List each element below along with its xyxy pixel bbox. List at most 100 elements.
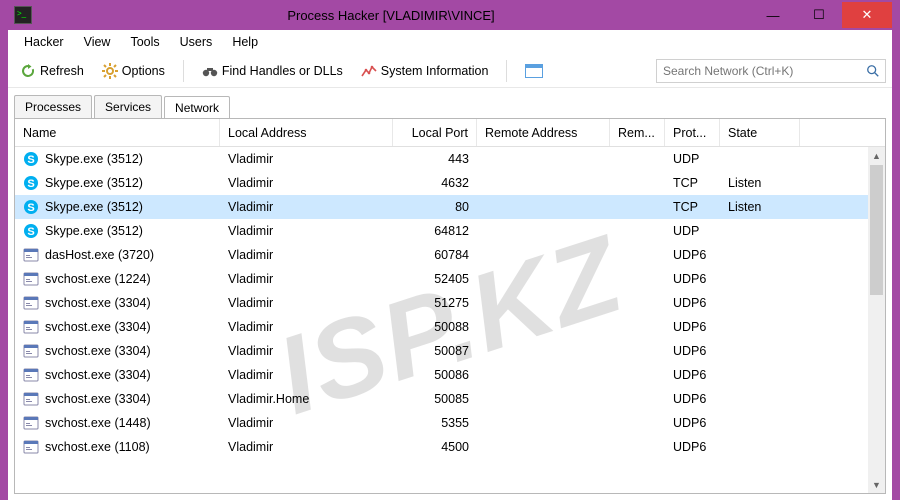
cell-local-port: 443 (393, 152, 477, 166)
toolbar: Refresh Options Find Handles or DLLs Sys… (8, 54, 892, 88)
menu-tools[interactable]: Tools (120, 33, 169, 51)
table-row[interactable]: svchost.exe (1224)Vladimir52405UDP6 (15, 267, 885, 291)
exe-icon (23, 271, 39, 287)
refresh-label: Refresh (40, 64, 84, 78)
process-name: Skype.exe (3512) (45, 176, 143, 190)
close-button[interactable]: ✕ (842, 2, 892, 28)
cell-local-port: 50085 (393, 392, 477, 406)
svg-text:S: S (27, 154, 34, 166)
table-row[interactable]: dasHost.exe (3720)Vladimir60784UDP6 (15, 243, 885, 267)
cell-local-port: 4632 (393, 176, 477, 190)
cell-protocol: UDP6 (665, 344, 720, 358)
exe-icon (23, 247, 39, 263)
system-information-label: System Information (381, 64, 489, 78)
menu-hacker[interactable]: Hacker (14, 33, 74, 51)
cell-local-port: 50086 (393, 368, 477, 382)
col-local-address[interactable]: Local Address (220, 119, 393, 146)
cell-protocol: UDP6 (665, 248, 720, 262)
cell-protocol: TCP (665, 176, 720, 190)
table-row[interactable]: svchost.exe (3304)Vladimir50088UDP6 (15, 315, 885, 339)
process-name: svchost.exe (3304) (45, 344, 151, 358)
process-name: svchost.exe (3304) (45, 296, 151, 310)
refresh-icon (20, 63, 36, 79)
table-row[interactable]: svchost.exe (3304)Vladimir50087UDP6 (15, 339, 885, 363)
cell-protocol: UDP6 (665, 296, 720, 310)
process-name: svchost.exe (3304) (45, 320, 151, 334)
table-row[interactable]: svchost.exe (1448)Vladimir5355UDP6 (15, 411, 885, 435)
col-state[interactable]: State (720, 119, 800, 146)
table-row[interactable]: svchost.exe (3304)Vladimir51275UDP6 (15, 291, 885, 315)
cell-local-port: 51275 (393, 296, 477, 310)
skype-icon: S (23, 223, 39, 239)
cell-local-address: Vladimir.Home (220, 392, 393, 406)
process-name: svchost.exe (3304) (45, 368, 151, 382)
exe-icon (23, 367, 39, 383)
exe-icon (23, 295, 39, 311)
system-information-button[interactable]: System Information (355, 60, 495, 82)
scroll-up-icon[interactable]: ▲ (868, 147, 885, 164)
table-row[interactable]: SSkype.exe (3512)Vladimir64812UDP (15, 219, 885, 243)
options-label: Options (122, 64, 165, 78)
tabs: Processes Services Network (8, 92, 892, 118)
refresh-button[interactable]: Refresh (14, 60, 90, 82)
col-local-port[interactable]: Local Port (393, 119, 477, 146)
tab-processes[interactable]: Processes (14, 95, 92, 118)
find-handles-button[interactable]: Find Handles or DLLs (196, 60, 349, 82)
separator (506, 60, 507, 82)
window-title: Process Hacker [VLADIMIR\VINCE] (32, 8, 750, 23)
gear-icon (102, 63, 118, 79)
menu-users[interactable]: Users (170, 33, 223, 51)
process-name: svchost.exe (3304) (45, 392, 151, 406)
table-row[interactable]: svchost.exe (3304)Vladimir.Home50085UDP6 (15, 387, 885, 411)
table-row[interactable]: svchost.exe (1108)Vladimir4500UDP6 (15, 435, 885, 459)
table-row[interactable]: SSkype.exe (3512)Vladimir443UDP (15, 147, 885, 171)
cell-protocol: UDP6 (665, 320, 720, 334)
exe-icon (23, 415, 39, 431)
cell-local-port: 50088 (393, 320, 477, 334)
cell-local-port: 60784 (393, 248, 477, 262)
svg-text:S: S (27, 226, 34, 238)
svg-text:S: S (27, 202, 34, 214)
minimize-button[interactable]: — (750, 2, 796, 28)
scroll-thumb[interactable] (870, 165, 883, 295)
cell-local-address: Vladimir (220, 152, 393, 166)
col-remote-address[interactable]: Remote Address (477, 119, 610, 146)
skype-icon: S (23, 175, 39, 191)
col-remote-port[interactable]: Rem... (610, 119, 665, 146)
table-row[interactable]: svchost.exe (3304)Vladimir50086UDP6 (15, 363, 885, 387)
search-input[interactable] (657, 64, 861, 78)
col-name[interactable]: Name (15, 119, 220, 146)
scroll-down-icon[interactable]: ▼ (868, 476, 885, 493)
exe-icon (23, 439, 39, 455)
rows-container: SSkype.exe (3512)Vladimir443UDPSSkype.ex… (15, 147, 885, 493)
process-name: Skype.exe (3512) (45, 200, 143, 214)
network-list: Name Local Address Local Port Remote Add… (14, 118, 886, 494)
tab-network[interactable]: Network (164, 96, 230, 119)
maximize-button[interactable]: ☐ (796, 2, 842, 28)
window-finder-button[interactable] (519, 61, 549, 81)
options-button[interactable]: Options (96, 60, 171, 82)
binoculars-icon (202, 63, 218, 79)
menu-view[interactable]: View (74, 33, 121, 51)
cell-local-address: Vladimir (220, 272, 393, 286)
cell-protocol: UDP (665, 224, 720, 238)
col-protocol[interactable]: Prot... (665, 119, 720, 146)
scrollbar-vertical[interactable]: ▲ ▼ (868, 147, 885, 493)
menubar: Hacker View Tools Users Help (8, 30, 892, 54)
table-row[interactable]: SSkype.exe (3512)Vladimir4632TCPListen (15, 171, 885, 195)
tab-services[interactable]: Services (94, 95, 162, 118)
cell-local-address: Vladimir (220, 416, 393, 430)
cell-protocol: TCP (665, 200, 720, 214)
menu-help[interactable]: Help (222, 33, 268, 51)
cell-local-port: 52405 (393, 272, 477, 286)
process-name: svchost.exe (1108) (45, 440, 150, 454)
cell-protocol: UDP6 (665, 440, 720, 454)
cell-protocol: UDP6 (665, 368, 720, 382)
table-row[interactable]: SSkype.exe (3512)Vladimir80TCPListen (15, 195, 885, 219)
process-name: Skype.exe (3512) (45, 224, 143, 238)
chart-icon (361, 63, 377, 79)
search-icon[interactable] (861, 64, 885, 78)
process-name: dasHost.exe (3720) (45, 248, 154, 262)
skype-icon: S (23, 151, 39, 167)
window-controls: — ☐ ✕ (750, 2, 892, 28)
